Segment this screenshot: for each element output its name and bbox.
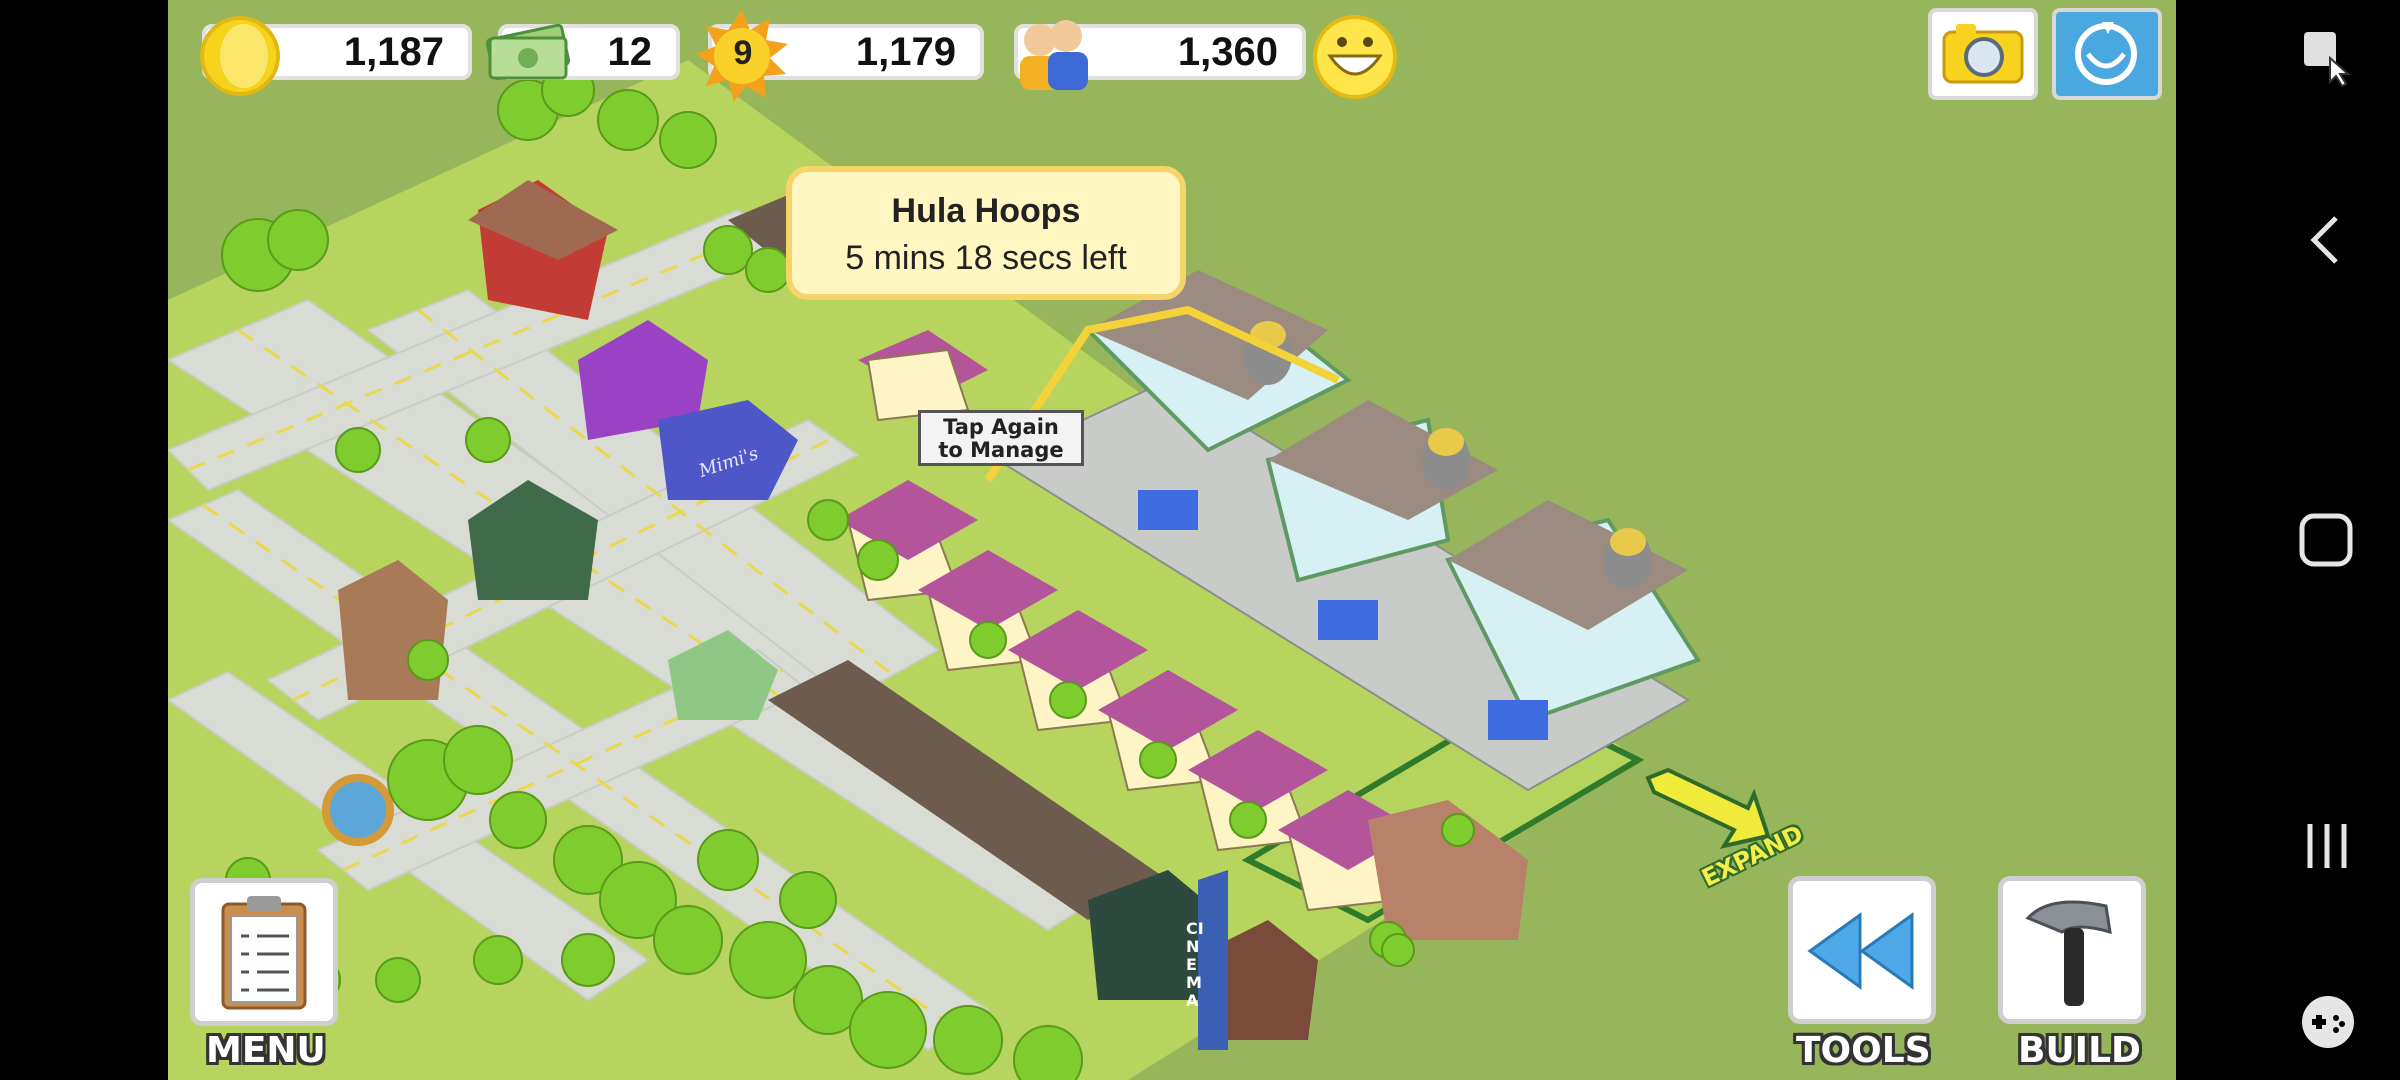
tools-button[interactable] <box>1788 876 1936 1024</box>
fountain <box>322 774 394 846</box>
sign-line-1: Tap Again <box>943 415 1059 439</box>
camera-button[interactable] <box>1928 8 2038 100</box>
smiley-icon[interactable] <box>1310 12 1400 102</box>
system-navigation-bar <box>2176 0 2400 1080</box>
tools-label[interactable]: TOOLS <box>1796 1030 1931 1071</box>
recent-apps-icon[interactable] <box>2302 818 2352 874</box>
clipboard-icon <box>221 896 307 1010</box>
cash-value: 12 <box>607 29 653 74</box>
expand-arrow <box>1645 767 1771 850</box>
game-tools-icon[interactable] <box>2298 992 2358 1052</box>
camera-icon <box>1942 24 2024 84</box>
coin-icon <box>200 16 280 96</box>
rewind-icon <box>1807 912 1914 990</box>
cash-icon <box>485 23 571 81</box>
social-button[interactable] <box>2052 8 2162 100</box>
tooltip-title: Hula Hoops <box>891 192 1081 230</box>
social-icon <box>2075 22 2137 85</box>
production-tooltip: Hula Hoops 5 mins 18 secs left <box>786 166 1186 300</box>
coin-value: 1,187 <box>343 29 444 74</box>
cinema-sign: CINEMA <box>1186 919 1204 1010</box>
screenshot-edit-icon[interactable] <box>2300 28 2356 88</box>
build-label[interactable]: BUILD <box>2018 1030 2141 1071</box>
tap-to-manage-sign[interactable]: Tap Again to Manage <box>918 410 1084 466</box>
tooltip-timer: 5 mins 18 secs left <box>845 239 1127 277</box>
population-value: 1,360 <box>1177 29 1278 74</box>
population-icon <box>1020 20 1088 90</box>
menu-button[interactable] <box>190 878 338 1026</box>
sign-line-2: to Manage <box>938 438 1064 462</box>
xp-value: 1,179 <box>855 29 956 74</box>
menu-label[interactable]: MENU <box>206 1030 326 1071</box>
hammer-icon <box>2025 900 2112 1006</box>
back-icon[interactable] <box>2306 212 2346 268</box>
home-icon[interactable] <box>2298 512 2354 568</box>
level-value: 9 <box>733 34 753 72</box>
build-button[interactable] <box>1998 876 2146 1024</box>
game-viewport[interactable]: 1,187 12 1,179 9 1,360 Hula Hoops 5 mins… <box>168 0 2176 1080</box>
